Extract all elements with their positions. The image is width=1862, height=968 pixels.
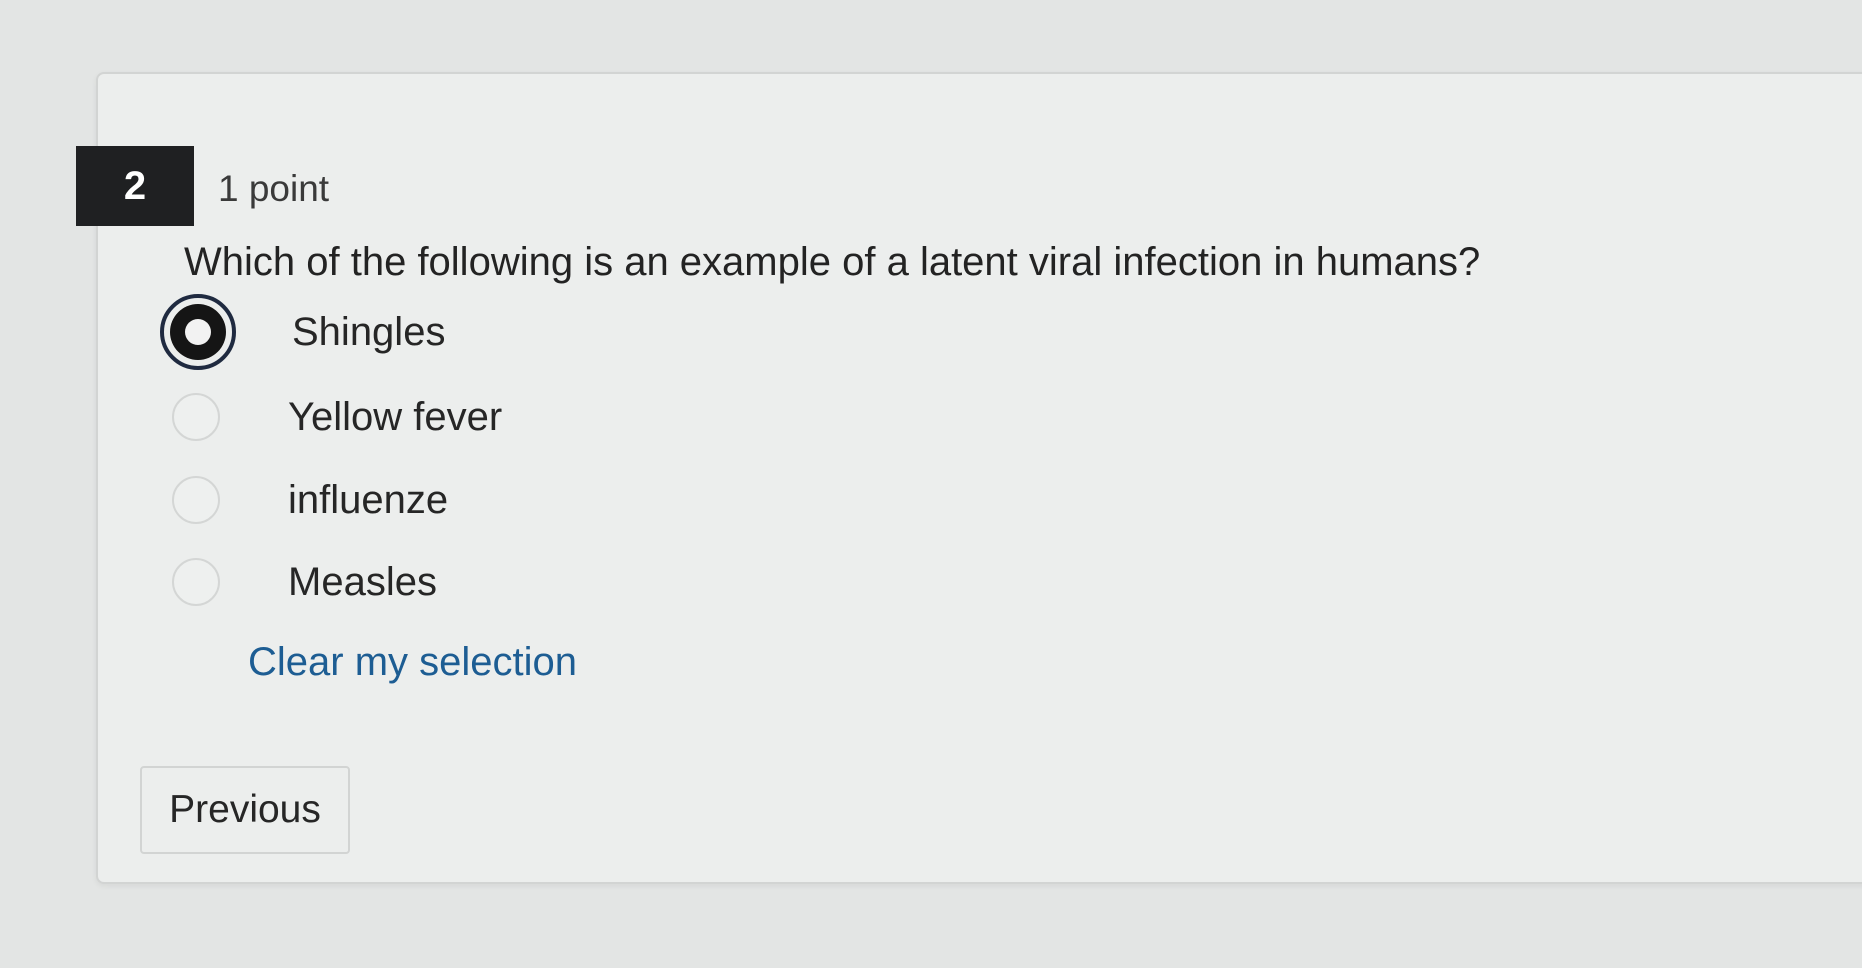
option-label: Measles: [288, 559, 437, 604]
radio-unselected-icon[interactable]: [172, 393, 220, 441]
radio-unselected-icon[interactable]: [172, 476, 220, 524]
radio-unselected-icon[interactable]: [172, 558, 220, 606]
question-number-badge: 2: [76, 146, 194, 226]
question-points: 1 point: [218, 168, 330, 209]
previous-button[interactable]: Previous: [140, 766, 350, 854]
question-text: Which of the following is an example of …: [184, 240, 1481, 284]
clear-selection-link[interactable]: Clear my selection: [248, 640, 577, 685]
option-label: Shingles: [292, 309, 446, 354]
question-number: 2: [123, 163, 147, 208]
option-label: influenze: [288, 477, 449, 522]
option-influenze[interactable]: influenze: [172, 464, 448, 536]
option-label: Yellow fever: [288, 394, 503, 439]
radio-selected-icon[interactable]: [160, 294, 236, 370]
option-shingles[interactable]: Shingles: [160, 294, 446, 370]
option-yellow-fever[interactable]: Yellow fever: [172, 381, 502, 453]
option-measles[interactable]: Measles: [172, 546, 437, 618]
